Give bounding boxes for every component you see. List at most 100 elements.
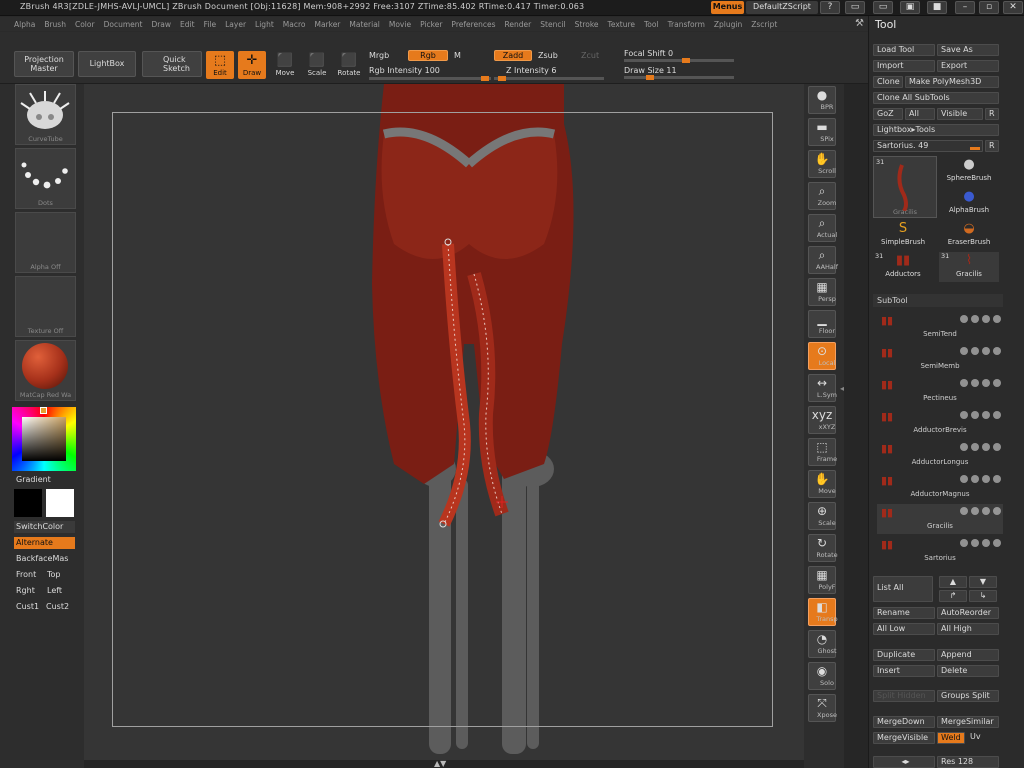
- material-toggle-icon[interactable]: [971, 411, 979, 419]
- load-tool-button[interactable]: Load Tool: [873, 44, 935, 56]
- eye-icon[interactable]: [993, 411, 1001, 419]
- pin-icon[interactable]: ⚒: [855, 18, 864, 29]
- minimize-icon[interactable]: –: [955, 1, 975, 14]
- brush-toggle-icon[interactable]: [982, 347, 990, 355]
- lightbox-button[interactable]: LightBox: [78, 51, 136, 77]
- draw-size-slider[interactable]: [624, 75, 734, 80]
- menu-light[interactable]: Light: [255, 20, 274, 29]
- shelf-scroll-button[interactable]: ✋ Scroll: [808, 150, 836, 178]
- subtool-item[interactable]: ▮▮ Pectineus: [877, 376, 1003, 406]
- menu-transform[interactable]: Transform: [668, 20, 705, 29]
- subtool-controls[interactable]: [921, 443, 1001, 451]
- clone-all-subtools-button[interactable]: Clone All SubTools: [873, 92, 999, 104]
- menu-zplugin[interactable]: Zplugin: [714, 20, 742, 29]
- groups-split-button[interactable]: Groups Split: [937, 690, 999, 702]
- alternate-button[interactable]: Alternate: [14, 537, 75, 549]
- shelf-polyf-button[interactable]: ▦ PolyF: [808, 566, 836, 594]
- custom-view-1-button[interactable]: Cust1: [14, 601, 39, 613]
- material-toggle-icon[interactable]: [971, 315, 979, 323]
- color-picker-ring[interactable]: [12, 407, 76, 471]
- left-view-button[interactable]: Left: [45, 585, 62, 597]
- subtool-item[interactable]: ▮▮ AdductorMagnus: [877, 472, 1003, 502]
- weld-toggle[interactable]: Weld: [937, 732, 965, 744]
- move-top-icon[interactable]: ↱: [939, 590, 967, 602]
- polypaint-icon[interactable]: [960, 379, 968, 387]
- main-color-swatch[interactable]: [46, 489, 74, 517]
- material-toggle-icon[interactable]: [971, 347, 979, 355]
- scale-mode-button[interactable]: ⬛ Scale: [303, 51, 331, 79]
- shelf-frame-button[interactable]: ⬚ Frame: [808, 438, 837, 466]
- restore-icon[interactable]: ▫: [979, 1, 999, 14]
- shelf-scale-button[interactable]: ⊕ Scale: [808, 502, 836, 530]
- brush-toggle-icon[interactable]: [982, 315, 990, 323]
- uv-toggle[interactable]: Uv: [967, 732, 999, 744]
- polypaint-icon[interactable]: [960, 347, 968, 355]
- merge-visible-button[interactable]: MergeVisible: [873, 732, 935, 744]
- draw-size-label[interactable]: Draw Size 11: [624, 66, 677, 75]
- eye-icon[interactable]: [993, 475, 1001, 483]
- goz-visible-button[interactable]: Visible: [937, 108, 983, 120]
- subtool-controls[interactable]: [921, 475, 1001, 483]
- menu-material[interactable]: Material: [349, 20, 379, 29]
- material-toggle-icon[interactable]: [971, 475, 979, 483]
- menu-preferences[interactable]: Preferences: [451, 20, 495, 29]
- shelf-l-sym-button[interactable]: ↔ L.Sym: [808, 374, 837, 402]
- menu-stroke[interactable]: Stroke: [575, 20, 599, 29]
- eraserbrush-tool[interactable]: ◒ EraserBrush: [939, 220, 999, 250]
- menu-file[interactable]: File: [204, 20, 217, 29]
- split-hidden-button[interactable]: Split Hidden: [873, 690, 935, 702]
- brush-thumbnail[interactable]: CurveTube: [15, 84, 76, 145]
- close-icon[interactable]: ✕: [1003, 1, 1023, 14]
- menu-edit[interactable]: Edit: [180, 20, 195, 29]
- delete-button[interactable]: Delete: [937, 665, 999, 677]
- focal-shift-slider[interactable]: [624, 58, 734, 63]
- texture-thumbnail[interactable]: Texture Off: [15, 276, 76, 337]
- move-down-icon[interactable]: ▼: [969, 576, 997, 588]
- goz-button[interactable]: GoZ: [873, 108, 903, 120]
- polypaint-icon[interactable]: [960, 411, 968, 419]
- polypaint-icon[interactable]: [960, 475, 968, 483]
- res-slider[interactable]: Res 128: [937, 756, 999, 768]
- brush-toggle-icon[interactable]: [982, 443, 990, 451]
- menu-draw[interactable]: Draw: [151, 20, 171, 29]
- goz-all-button[interactable]: All: [905, 108, 935, 120]
- help-icon[interactable]: ?: [820, 1, 840, 14]
- shelf-solo-button[interactable]: ◉ Solo: [808, 662, 836, 690]
- material-toggle-icon[interactable]: [971, 443, 979, 451]
- brush-toggle-icon[interactable]: [982, 475, 990, 483]
- polypaint-icon[interactable]: [960, 539, 968, 547]
- draw-mode-button[interactable]: ✛ Draw: [238, 51, 266, 79]
- z-intensity-knob[interactable]: [498, 76, 506, 81]
- shelf-persp-button[interactable]: ▦ Persp: [808, 278, 836, 306]
- custom-view-2-button[interactable]: Cust2: [44, 601, 69, 613]
- merge-down-button[interactable]: MergeDown: [873, 716, 935, 728]
- shelf-aahalf-button[interactable]: ⌕ AAHalf: [808, 246, 838, 274]
- material-thumbnail[interactable]: MatCap Red Wa: [15, 340, 76, 401]
- eye-icon[interactable]: [993, 443, 1001, 451]
- rename-button[interactable]: Rename: [873, 607, 935, 619]
- brush-toggle-icon[interactable]: [982, 539, 990, 547]
- move-mode-button[interactable]: ⬛ Move: [271, 51, 299, 79]
- move-up-icon[interactable]: ▲: [939, 576, 967, 588]
- adductors-tool[interactable]: 31 ▮▮ Adductors: [873, 252, 933, 282]
- z-intensity-label[interactable]: Z Intensity 6: [506, 66, 556, 75]
- subtool-header[interactable]: SubTool: [873, 294, 1003, 307]
- save-as-button[interactable]: Save As: [937, 44, 999, 56]
- subtool-item[interactable]: ▮▮ Gracilis: [877, 504, 1003, 534]
- gracilis-tool[interactable]: 31 ⌇ Gracilis: [939, 252, 999, 282]
- rgb-intensity-knob[interactable]: [481, 76, 489, 81]
- menu-macro[interactable]: Macro: [283, 20, 306, 29]
- simplebrush-tool[interactable]: S SimpleBrush: [873, 220, 933, 250]
- switch-color-button[interactable]: SwitchColor: [14, 521, 75, 533]
- projection-master-button[interactable]: Projection Master: [14, 51, 74, 77]
- move-bottom-icon[interactable]: ↳: [969, 590, 997, 602]
- rotate-mode-button[interactable]: ⬛ Rotate: [335, 51, 363, 79]
- quick-sketch-button[interactable]: Quick Sketch: [142, 51, 202, 77]
- menu-color[interactable]: Color: [75, 20, 95, 29]
- gradient-label[interactable]: Gradient: [14, 474, 51, 486]
- shelf-xpose-button[interactable]: ⤧ Xpose: [808, 694, 837, 722]
- polypaint-icon[interactable]: [960, 443, 968, 451]
- z-intensity-slider[interactable]: [494, 76, 604, 81]
- lightbox-tools-button[interactable]: Lightbox▸Tools: [873, 124, 999, 136]
- lock-icon[interactable]: ■: [927, 1, 947, 14]
